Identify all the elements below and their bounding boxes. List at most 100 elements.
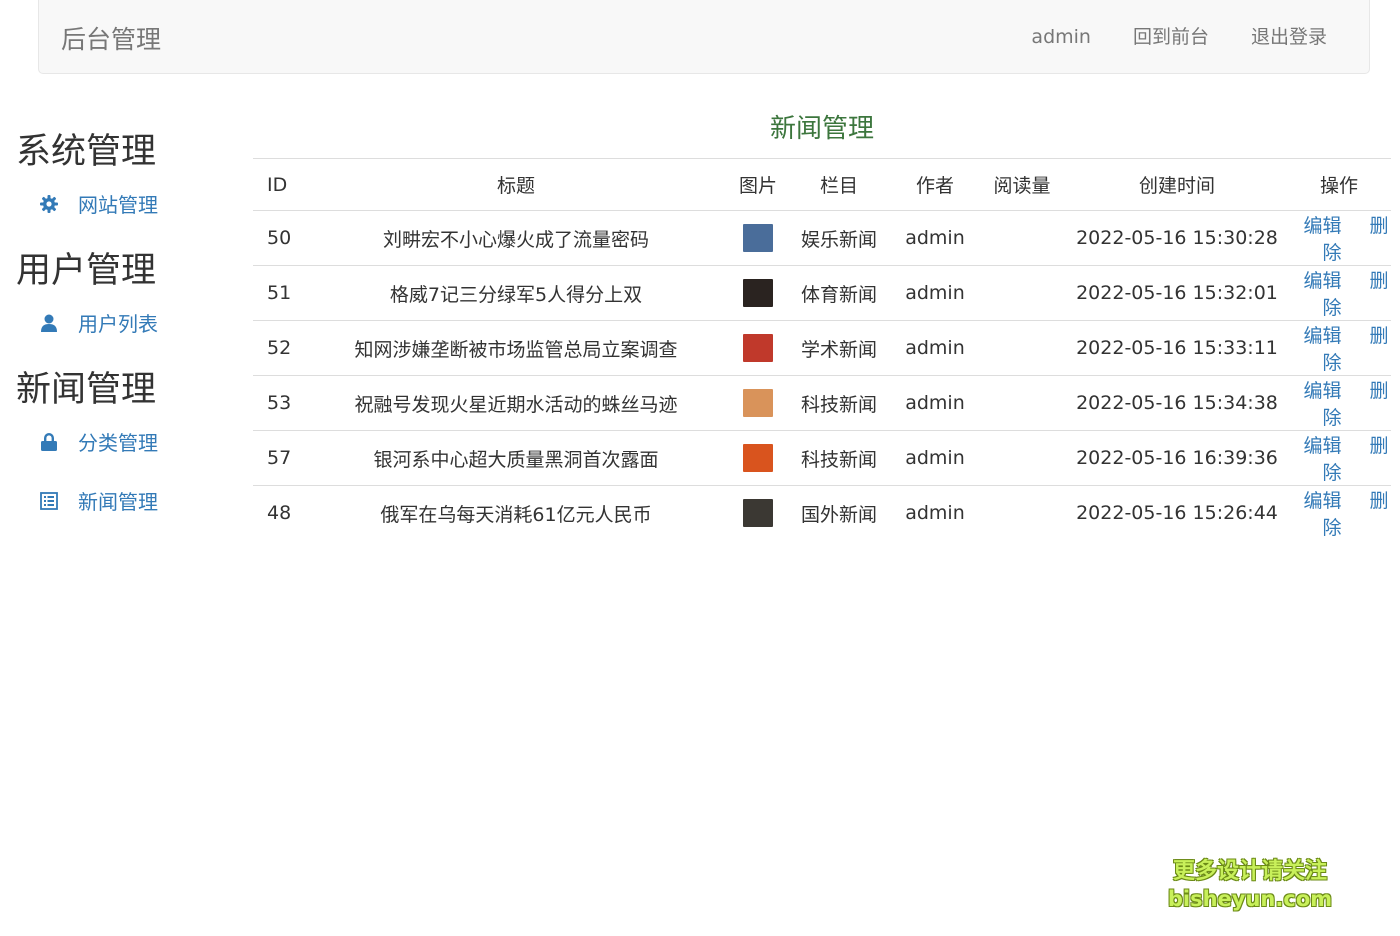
sidebar-group-title: 用户管理: [16, 251, 157, 291]
nav-link-admin[interactable]: admin: [1010, 0, 1112, 74]
sidebar-item-label: 新闻管理: [78, 490, 158, 514]
cell-reads: [977, 375, 1067, 431]
column-header-actions: 操作: [1287, 158, 1391, 211]
cell-id: 51: [253, 265, 301, 321]
cell-actions: 编辑 删除: [1287, 320, 1391, 376]
table-row: 51 格威7记三分绿军5人得分上双 体育新闻 admin 2022-05-16 15:3…: [253, 265, 1391, 321]
cell-category: 娱乐新闻: [785, 210, 893, 266]
top-navbar: 后台管理 admin 回到前台 退出登录: [38, 0, 1370, 74]
sidebar-group-news: 新闻管理 分类管理 新闻管理: [16, 370, 236, 530]
news-table: ID 标题 图片 栏目 作者 阅读量 创建时间 操作 50 刘畊宏不小心爆火成了流…: [253, 158, 1391, 540]
cell-author: admin: [893, 320, 977, 376]
nav-link-frontend[interactable]: 回到前台: [1112, 0, 1230, 74]
cell-category: 科技新闻: [785, 375, 893, 431]
cell-title: 俄军在乌每天消耗61亿元人民币: [301, 485, 731, 540]
cell-title: 祝融号发现火星近期水活动的蛛丝马迹: [301, 375, 731, 431]
column-header-id: ID: [253, 158, 301, 211]
cell-author: admin: [893, 375, 977, 431]
cell-id: 53: [253, 375, 301, 431]
column-header-category: 栏目: [785, 158, 893, 211]
table-row: 53 祝融号发现火星近期水活动的蛛丝马迹 科技新闻 admin 2022-05-16 1…: [253, 375, 1391, 431]
navbar-links: admin 回到前台 退出登录: [1010, 0, 1369, 74]
cell-author: admin: [893, 265, 977, 321]
sidebar-group-users: 用户管理 用户列表: [16, 251, 236, 352]
list-icon: [38, 490, 60, 512]
cell-created: 2022-05-16 15:26:44: [1067, 485, 1287, 540]
sidebar-item-category-management[interactable]: 分类管理: [16, 412, 236, 471]
watermark-line1: 更多设计请关注: [1172, 859, 1327, 884]
cell-image: [731, 320, 785, 376]
news-thumbnail: [743, 279, 773, 307]
cell-reads: [977, 485, 1067, 540]
cell-author: admin: [893, 210, 977, 266]
cell-actions: 编辑 删除: [1287, 375, 1391, 431]
navbar-brand[interactable]: 后台管理: [61, 20, 161, 56]
cell-category: 国外新闻: [785, 485, 893, 540]
cell-reads: [977, 320, 1067, 376]
watermark: 更多设计请关注 bisheyun.com: [1160, 858, 1340, 912]
news-thumbnail: [743, 334, 773, 362]
sidebar-item-label: 分类管理: [78, 431, 158, 455]
edit-button[interactable]: 编辑: [1303, 435, 1341, 457]
news-thumbnail: [743, 499, 773, 527]
table-body: 50 刘畊宏不小心爆火成了流量密码 娱乐新闻 admin 2022-05-16 15:3…: [253, 210, 1391, 540]
table-row: 50 刘畊宏不小心爆火成了流量密码 娱乐新闻 admin 2022-05-16 15:3…: [253, 210, 1391, 266]
cell-id: 48: [253, 485, 301, 540]
cell-author: admin: [893, 485, 977, 540]
cell-created: 2022-05-16 15:33:11: [1067, 320, 1287, 376]
column-header-image: 图片: [731, 158, 785, 211]
edit-button[interactable]: 编辑: [1303, 325, 1341, 347]
cell-category: 学术新闻: [785, 320, 893, 376]
sidebar-item-label: 网站管理: [78, 193, 158, 217]
sidebar-group-title: 系统管理: [16, 132, 157, 172]
cell-title: 知网涉嫌垄断被市场监管总局立案调查: [301, 320, 731, 376]
gear-icon: [38, 193, 60, 215]
cell-actions: 编辑 删除: [1287, 210, 1391, 266]
page-title: 新闻管理: [769, 114, 874, 144]
cell-image: [731, 375, 785, 431]
cell-author: admin: [893, 430, 977, 486]
lock-icon: [38, 431, 60, 453]
column-header-title: 标题: [301, 158, 731, 211]
news-thumbnail: [743, 444, 773, 472]
cell-id: 50: [253, 210, 301, 266]
cell-reads: [977, 210, 1067, 266]
cell-image: [731, 430, 785, 486]
edit-button[interactable]: 编辑: [1303, 270, 1341, 292]
cell-reads: [977, 430, 1067, 486]
main-content: 新闻管理 ID 标题 图片 栏目 作者 阅读量 创建时间 操作 50 刘畊宏不小心…: [253, 108, 1391, 540]
cell-actions: 编辑 删除: [1287, 485, 1391, 540]
cell-category: 体育新闻: [785, 265, 893, 321]
cell-actions: 编辑 删除: [1287, 430, 1391, 486]
cell-image: [731, 485, 785, 540]
cell-title: 刘畊宏不小心爆火成了流量密码: [301, 210, 731, 266]
cell-category: 科技新闻: [785, 430, 893, 486]
sidebar-item-label: 用户列表: [78, 312, 158, 336]
cell-id: 57: [253, 430, 301, 486]
column-header-created: 创建时间: [1067, 158, 1287, 211]
cell-title: 银河系中心超大质量黑洞首次露面: [301, 430, 731, 486]
cell-created: 2022-05-16 16:39:36: [1067, 430, 1287, 486]
sidebar-item-news-management[interactable]: 新闻管理: [16, 471, 236, 530]
cell-reads: [977, 265, 1067, 321]
cell-actions: 编辑 删除: [1287, 265, 1391, 321]
watermark-line2: bisheyun.com: [1167, 887, 1333, 911]
user-icon: [38, 312, 60, 334]
edit-button[interactable]: 编辑: [1303, 490, 1341, 512]
edit-button[interactable]: 编辑: [1303, 380, 1341, 402]
news-thumbnail: [743, 389, 773, 417]
sidebar-item-user-list[interactable]: 用户列表: [16, 293, 236, 352]
cell-created: 2022-05-16 15:34:38: [1067, 375, 1287, 431]
nav-link-logout[interactable]: 退出登录: [1230, 0, 1369, 74]
edit-button[interactable]: 编辑: [1303, 215, 1341, 237]
table-row: 52 知网涉嫌垄断被市场监管总局立案调查 学术新闻 admin 2022-05-16 1…: [253, 320, 1391, 376]
cell-image: [731, 210, 785, 266]
news-thumbnail: [743, 224, 773, 252]
sidebar-item-site-management[interactable]: 网站管理: [16, 174, 236, 233]
column-header-reads: 阅读量: [977, 158, 1067, 211]
cell-created: 2022-05-16 15:30:28: [1067, 210, 1287, 266]
sidebar-group-system: 系统管理 网站管理: [16, 132, 236, 233]
table-row: 48 俄军在乌每天消耗61亿元人民币 国外新闻 admin 2022-05-16 15:…: [253, 485, 1391, 540]
cell-image: [731, 265, 785, 321]
cell-id: 52: [253, 320, 301, 376]
